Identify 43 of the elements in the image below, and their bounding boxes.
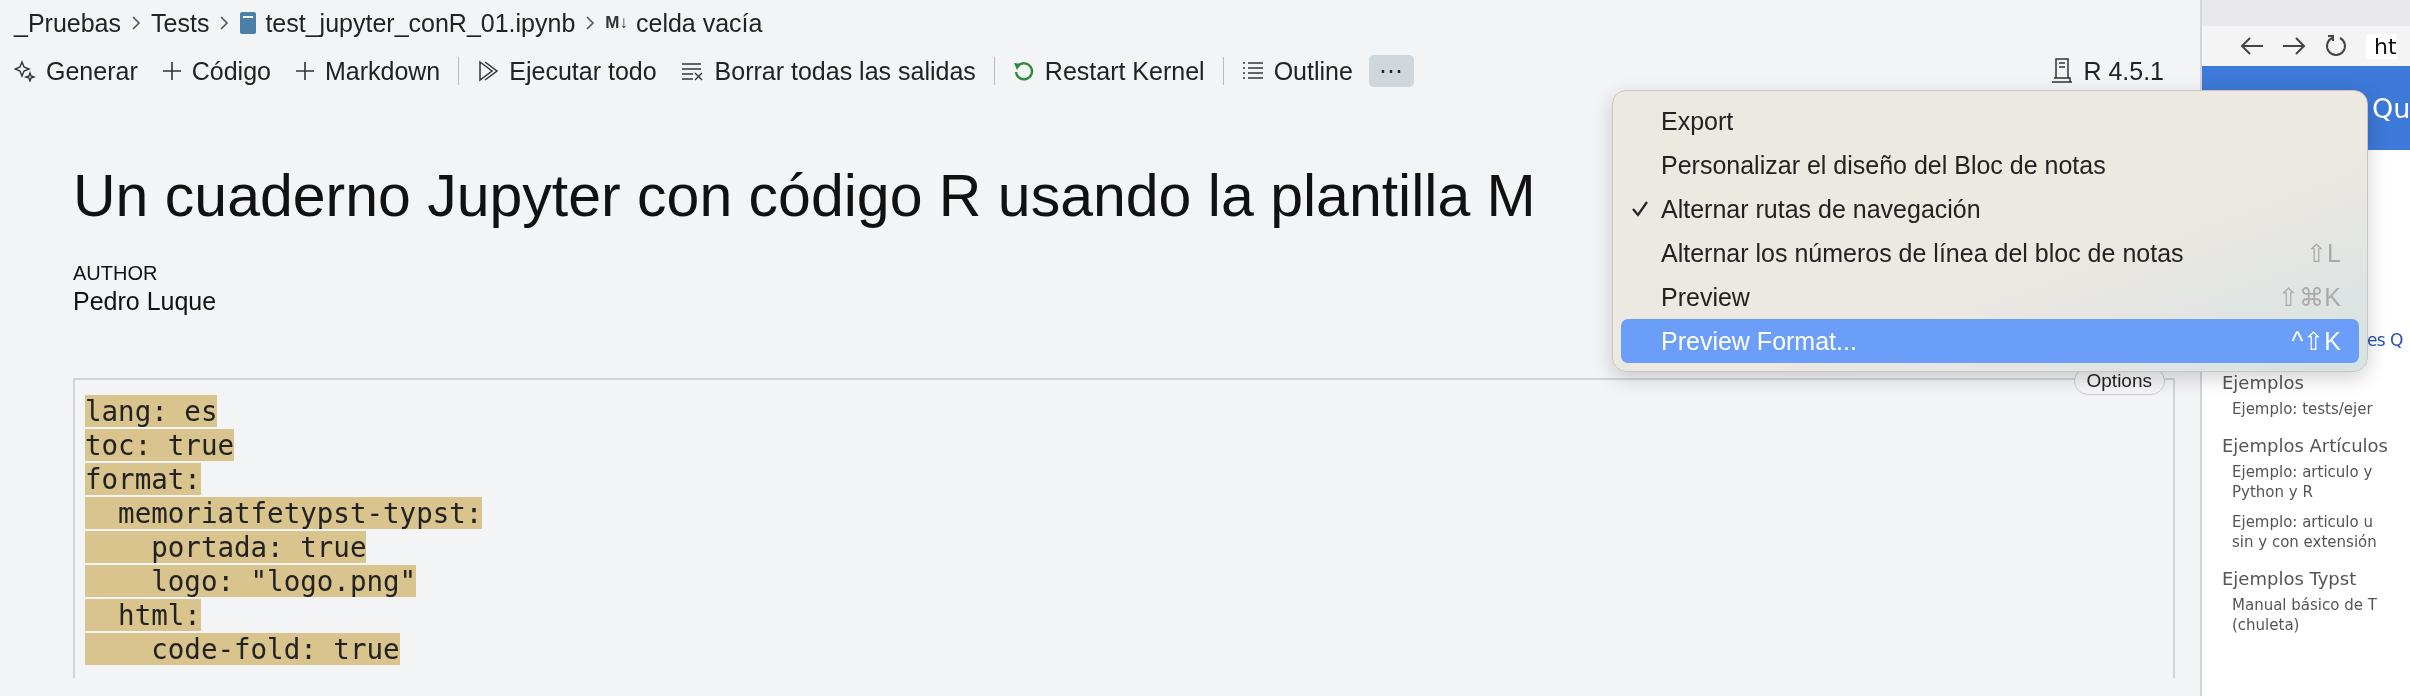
sidebar-link[interactable]: Ejemplo: articulo u sin y con extensión [2232, 512, 2410, 552]
site-title: Qu [2372, 92, 2410, 124]
author-name: Pedro Luque [73, 287, 217, 316]
list-icon [1241, 61, 1264, 81]
toolbar-button[interactable]: Restart Kernel [1004, 52, 1213, 90]
author-label: AUTHOR [73, 262, 158, 285]
section-heading: Ejemplos [2222, 372, 2305, 393]
menu-item[interactable]: Preview ⇧⌘K [1621, 275, 2359, 319]
back-arrow-icon[interactable] [2240, 36, 2264, 56]
sparkle-icon [14, 60, 36, 82]
breadcrumb-item[interactable]: celda vacía [636, 8, 763, 38]
sidebar-link[interactable]: Ejemplo: articulo y Python y R [2232, 462, 2410, 502]
sidebar-link[interactable]: Manual básico de T (chuleta) [2232, 595, 2410, 635]
clear-outputs-icon [680, 61, 705, 81]
section-heading: Ejemplos Typst [2222, 568, 2358, 589]
breadcrumb-item[interactable]: _Pruebas [14, 8, 122, 38]
kernel-button[interactable]: R 4.5.1 [2043, 52, 2172, 90]
breadcrumb-item[interactable]: test_jupyter_conR_01.ipynb [265, 8, 576, 38]
toolbar-button[interactable]: Markdown [286, 52, 449, 90]
restart-icon [1012, 60, 1035, 82]
document-title: Un cuaderno Jupyter con código R usando la plantilla M [73, 162, 1536, 231]
menu-item[interactable]: Alternar los números de línea del bloc de notas ⇧L [1621, 231, 2359, 275]
notebook-icon [239, 11, 258, 35]
server-icon [2051, 58, 2074, 84]
toolbar-button[interactable]: Generar [6, 52, 146, 90]
plus-icon [161, 61, 182, 81]
menu-item[interactable]: Alternar rutas de navegación [1621, 187, 2359, 231]
toolbar-button[interactable]: Borrar todas las salidas [672, 52, 984, 90]
reload-icon[interactable] [2324, 34, 2348, 58]
menu-item[interactable]: Export [1621, 99, 2359, 143]
markdown-icon: M↓ [605, 13, 628, 33]
more-button[interactable]: ⋯ [1368, 55, 1414, 87]
forward-arrow-icon[interactable] [2282, 36, 2306, 56]
toolbar-button[interactable]: Ejecutar todo [469, 52, 665, 90]
toolbar-button[interactable]: Código [153, 52, 279, 90]
sidebar-link[interactable]: Ejemplo: tests/ejer [2232, 399, 2410, 419]
menu-item[interactable]: Personalizar el diseño del Bloc de notas [1621, 143, 2359, 187]
plus-icon [294, 61, 315, 81]
toolbar-button[interactable]: Outline [1233, 52, 1361, 90]
url-field[interactable]: ht [2366, 33, 2397, 59]
breadcrumb-item[interactable]: Tests [151, 8, 210, 38]
section-heading: Ejemplos Artículos [2222, 435, 2389, 456]
run-all-icon [477, 60, 500, 82]
